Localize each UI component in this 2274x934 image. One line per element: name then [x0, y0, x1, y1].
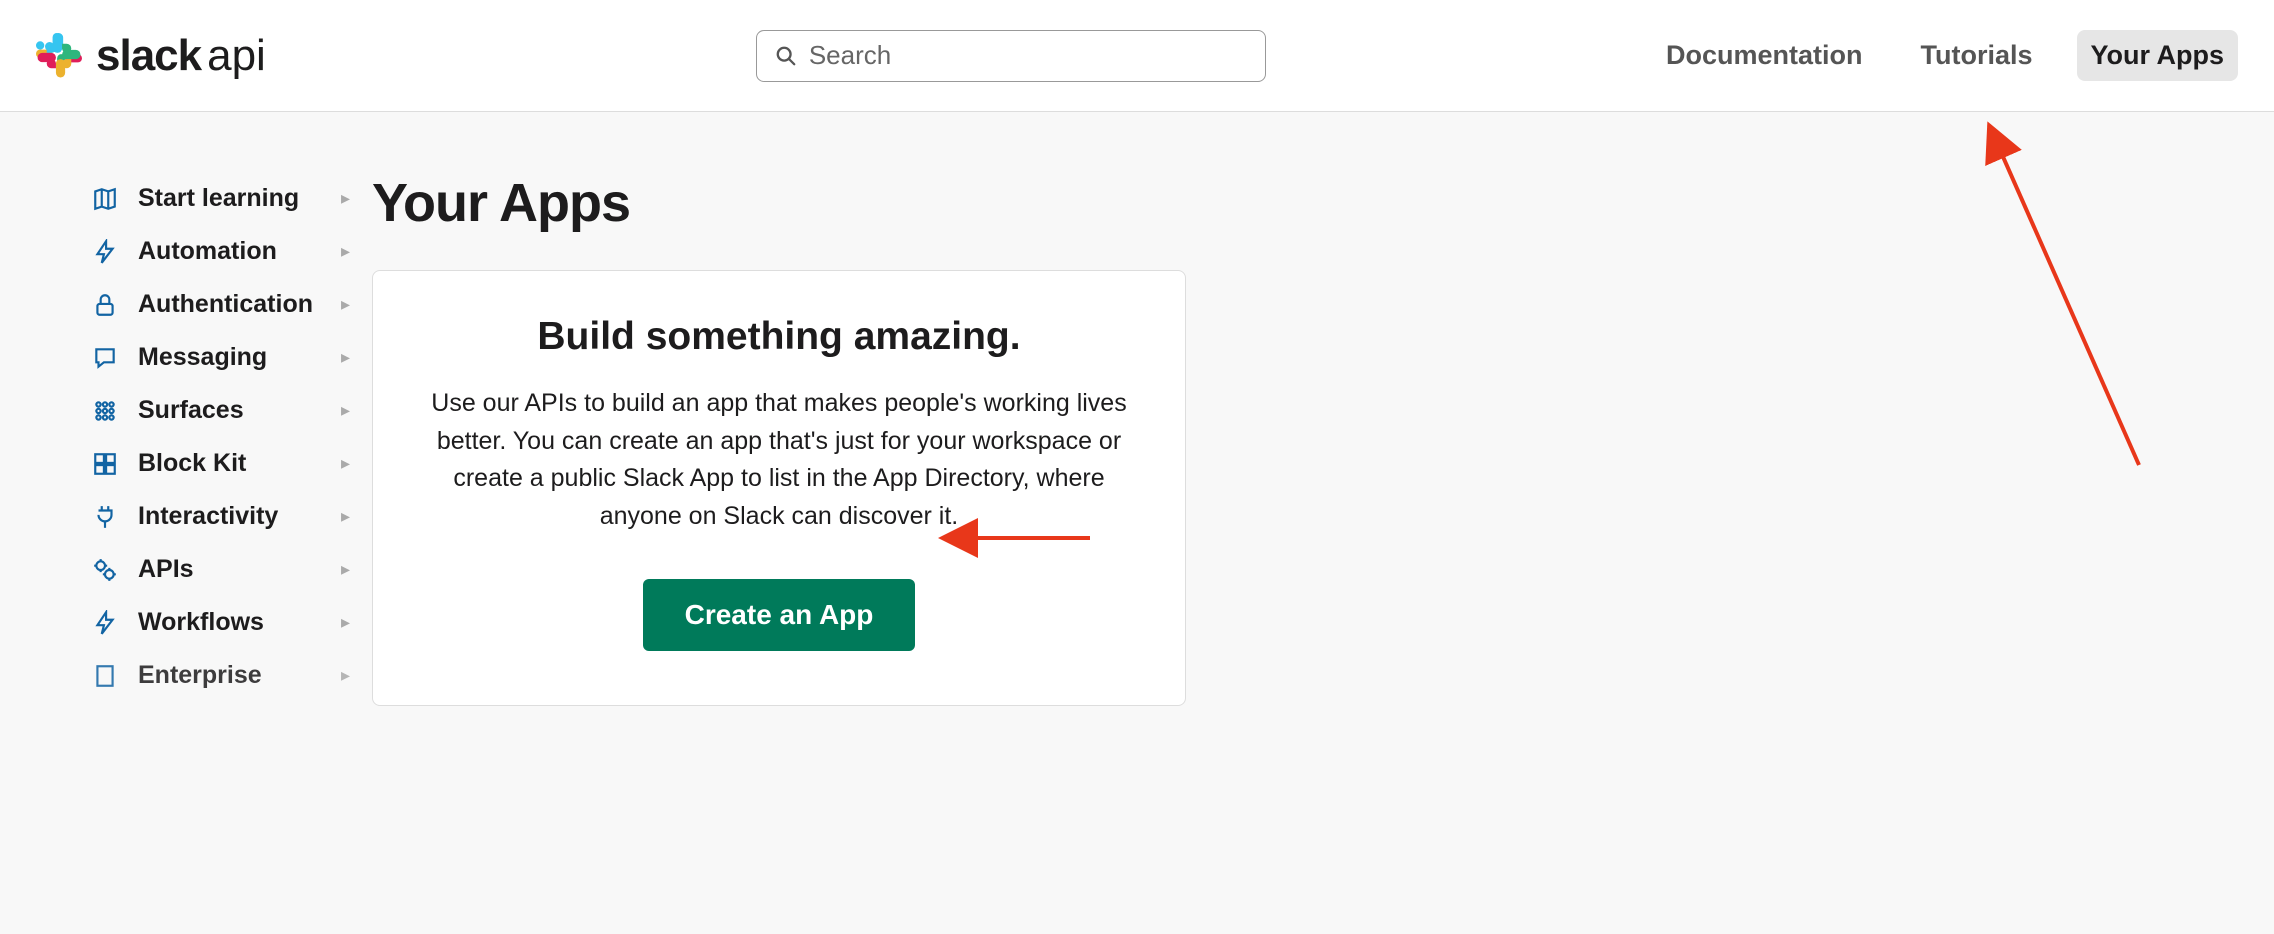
nav-tutorials[interactable]: Tutorials: [1906, 30, 2046, 81]
search-icon: [775, 45, 797, 67]
chevron-right-icon: ▸: [341, 400, 350, 421]
sidebar-item-label: Workflows: [138, 608, 342, 637]
sidebar-item-surfaces[interactable]: Surfaces ▸: [92, 384, 342, 437]
sidebar-item-label: Automation: [138, 237, 342, 266]
sidebar-item-authentication[interactable]: Authentication ▸: [92, 278, 342, 331]
search: [756, 30, 1266, 82]
sidebar-item-label: Authentication: [138, 290, 342, 319]
chevron-right-icon: ▸: [341, 506, 350, 527]
sidebar-item-enterprise[interactable]: Enterprise ▸: [92, 649, 342, 702]
grid-icon: [92, 398, 118, 424]
nav-documentation[interactable]: Documentation: [1652, 30, 1877, 81]
logo-text: slackapi: [96, 31, 266, 81]
sidebar-item-automation[interactable]: Automation ▸: [92, 225, 342, 278]
sidebar-item-label: Enterprise: [138, 661, 342, 690]
chevron-right-icon: ▸: [341, 241, 350, 262]
sidebar-item-messaging[interactable]: Messaging ▸: [92, 331, 342, 384]
card-description: Use our APIs to build an app that makes …: [423, 385, 1135, 535]
sidebar-item-interactivity[interactable]: Interactivity ▸: [92, 490, 342, 543]
search-box[interactable]: [756, 30, 1266, 82]
top-header: slackapi Documentation Tutorials Your Ap…: [0, 0, 2274, 112]
chevron-right-icon: ▸: [341, 294, 350, 315]
chevron-right-icon: ▸: [341, 665, 350, 686]
empty-state-card: Build something amazing. Use our APIs to…: [372, 270, 1186, 706]
page-title: Your Apps: [372, 172, 1186, 234]
map-icon: [92, 186, 118, 212]
card-heading: Build something amazing.: [423, 315, 1135, 359]
chevron-right-icon: ▸: [341, 612, 350, 633]
building-icon: [92, 663, 118, 689]
sidebar-item-label: APIs: [138, 555, 342, 584]
nav-links: Documentation Tutorials Your Apps: [1652, 30, 2238, 81]
slack-logo-icon: [36, 33, 82, 79]
sidebar-item-label: Interactivity: [138, 502, 342, 531]
main-content: Your Apps Build something amazing. Use o…: [372, 172, 1186, 706]
sidebar: Start learning ▸ Automation ▸ Authentica…: [92, 172, 342, 706]
plug-icon: [92, 504, 118, 530]
lock-icon: [92, 292, 118, 318]
chevron-right-icon: ▸: [341, 559, 350, 580]
sidebar-item-start-learning[interactable]: Start learning ▸: [92, 172, 342, 225]
create-app-button[interactable]: Create an App: [643, 579, 916, 651]
logo[interactable]: slackapi: [36, 31, 266, 81]
bolt-icon: [92, 239, 118, 265]
chevron-right-icon: ▸: [341, 188, 350, 209]
nav-your-apps[interactable]: Your Apps: [2077, 30, 2239, 81]
sidebar-item-block-kit[interactable]: Block Kit ▸: [92, 437, 342, 490]
search-input[interactable]: [809, 40, 1247, 71]
sidebar-item-label: Start learning: [138, 184, 342, 213]
sidebar-item-label: Messaging: [138, 343, 342, 372]
sidebar-item-label: Block Kit: [138, 449, 342, 478]
chat-icon: [92, 345, 118, 371]
chevron-right-icon: ▸: [341, 453, 350, 474]
sidebar-item-apis[interactable]: APIs ▸: [92, 543, 342, 596]
sidebar-item-label: Surfaces: [138, 396, 342, 425]
blocks-icon: [92, 451, 118, 477]
sidebar-item-workflows[interactable]: Workflows ▸: [92, 596, 342, 649]
bolt-icon: [92, 610, 118, 636]
gears-icon: [92, 557, 118, 583]
chevron-right-icon: ▸: [341, 347, 350, 368]
